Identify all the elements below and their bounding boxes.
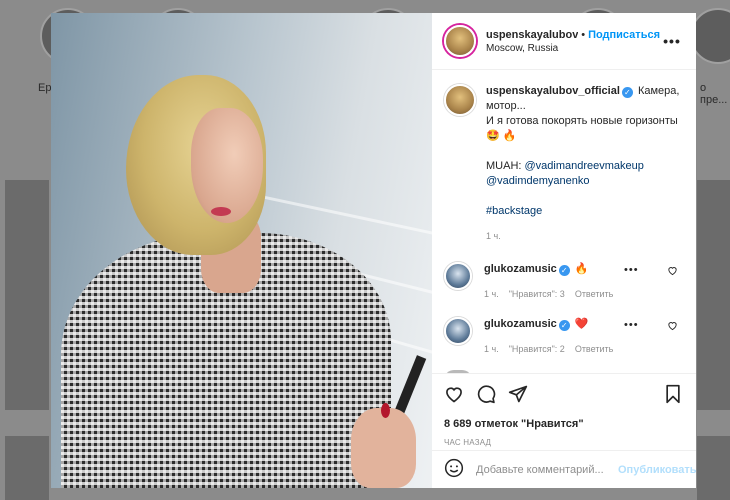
caption-text: uspenskayalubov_official ✓ Камера, мотор.… xyxy=(486,84,684,114)
feed-tile[interactable] xyxy=(697,180,730,410)
commenter-username[interactable]: glukozamusic xyxy=(484,263,557,275)
caption-time[interactable]: 1 ч. xyxy=(486,229,684,244)
caption-tags: #backstage xyxy=(486,204,684,219)
comment-text: ❤️ xyxy=(574,318,589,330)
photo-detail xyxy=(211,207,231,216)
caption-username[interactable]: uspenskayalubov_official xyxy=(486,85,620,97)
feed-tile[interactable] xyxy=(697,436,730,500)
post-modal: uspenskayalubov_c • Подписаться Moscow, … xyxy=(51,13,697,488)
mention-link[interactable]: @vadimdemyanenko xyxy=(486,175,590,187)
feed-tile[interactable] xyxy=(5,180,49,410)
comment-meta: 1 ч. "Нравится": 2 Ответить xyxy=(484,344,684,354)
comment-time[interactable]: 1 ч. xyxy=(484,289,499,299)
commenter-username[interactable]: glukozamusic xyxy=(484,318,557,330)
author-avatar[interactable] xyxy=(444,25,476,57)
post-caption: uspenskayalubov_official ✓ Камера, мотор.… xyxy=(444,84,684,244)
comment-body: glukozamusic ✓ ❤️ 1 ч. "Нравится": 2 Отве… xyxy=(484,317,684,354)
mention-link[interactable]: @vadimandreevmakeup xyxy=(525,160,644,172)
caption-credits: MUAH: @vadimandreevmakeup xyxy=(486,159,684,174)
feed-tile[interactable] xyxy=(5,436,49,500)
comment-item: glukozamusic ✓ ❤️ 1 ч. "Нравится": 2 Отве… xyxy=(444,317,684,354)
comment-likes[interactable]: "Нравится": 3 xyxy=(509,289,565,299)
story-label: Ер xyxy=(38,82,52,94)
heart-icon[interactable] xyxy=(667,265,678,279)
credit-prefix: MUAH: xyxy=(486,160,525,172)
post-side-panel: uspenskayalubov_c • Подписаться Moscow, … xyxy=(432,13,697,488)
comment-time[interactable]: 1 ч. xyxy=(484,344,499,354)
add-comment-input[interactable] xyxy=(476,463,618,476)
comment-more-icon[interactable]: ••• xyxy=(624,319,639,331)
author-info: uspenskayalubov_c • Подписаться Moscow, … xyxy=(486,29,660,54)
separator-dot: • xyxy=(581,28,586,41)
comment-body: glukozamusic ✓ 🔥 1 ч. "Нравится": 3 Ответ… xyxy=(484,262,684,299)
bookmark-save-icon[interactable] xyxy=(664,384,682,407)
story-avatar[interactable] xyxy=(690,8,730,64)
like-heart-icon[interactable] xyxy=(444,384,464,407)
photo-detail xyxy=(381,403,390,418)
add-comment-bar: Опубликовать xyxy=(432,450,697,488)
post-timestamp[interactable]: ЧАС НАЗАД xyxy=(444,438,684,447)
comment-more-icon[interactable]: ••• xyxy=(624,264,639,276)
reply-button[interactable]: Ответить xyxy=(575,344,613,354)
caption-credits: @vadimdemyanenko xyxy=(486,174,684,189)
commenter-avatar[interactable] xyxy=(444,317,472,345)
heart-icon[interactable] xyxy=(667,320,678,334)
action-icons xyxy=(444,382,684,408)
comment-text: 🔥 xyxy=(574,263,589,275)
comment-text-line: glukozamusic ✓ 🔥 xyxy=(484,262,684,277)
caption-text: И я готова покорять новые горизонты 🤩 🔥 xyxy=(486,114,684,144)
caption-avatar[interactable] xyxy=(444,84,476,116)
photo-detail xyxy=(191,108,263,223)
author-username[interactable]: uspenskayalubov_c xyxy=(486,29,578,41)
more-options-icon[interactable]: ••• xyxy=(660,33,684,49)
author-line: uspenskayalubov_c • Подписаться xyxy=(486,29,660,41)
caption-body: uspenskayalubov_official ✓ Камера, мотор.… xyxy=(486,84,684,244)
comment-likes[interactable]: "Нравится": 2 xyxy=(509,344,565,354)
comments-list[interactable]: uspenskayalubov_official ✓ Камера, мотор.… xyxy=(432,70,696,373)
publish-button[interactable]: Опубликовать xyxy=(618,464,697,476)
emoji-smiley-icon[interactable] xyxy=(444,458,464,481)
post-photo[interactable] xyxy=(51,13,432,488)
comment-meta: 1 ч. "Нравится": 3 Ответить xyxy=(484,289,684,299)
verified-badge-icon: ✓ xyxy=(558,320,570,331)
follow-button[interactable]: Подписаться xyxy=(588,29,660,41)
caption-emoji: 🤩 🔥 xyxy=(486,130,517,142)
story-label: о пре... xyxy=(700,82,728,106)
comment-bubble-icon[interactable] xyxy=(476,384,496,407)
commenter-avatar[interactable] xyxy=(444,262,472,290)
post-location[interactable]: Moscow, Russia xyxy=(486,43,660,54)
photo-detail xyxy=(351,408,416,488)
hashtag-link[interactable]: #backstage xyxy=(486,205,542,217)
reply-button[interactable]: Ответить xyxy=(575,289,613,299)
like-count[interactable]: 8 689 отметок "Нравится" xyxy=(444,418,684,430)
verified-badge-icon: ✓ xyxy=(621,87,633,98)
caption-line: И я готова покорять новые горизонты xyxy=(486,115,678,127)
verified-badge-icon: ✓ xyxy=(558,265,570,276)
share-send-icon[interactable] xyxy=(508,384,528,407)
post-header: uspenskayalubov_c • Подписаться Moscow, … xyxy=(432,13,696,70)
comment-item: glukozamusic ✓ 🔥 1 ч. "Нравится": 3 Ответ… xyxy=(444,262,684,299)
comment-text-line: glukozamusic ✓ ❤️ xyxy=(484,317,684,332)
